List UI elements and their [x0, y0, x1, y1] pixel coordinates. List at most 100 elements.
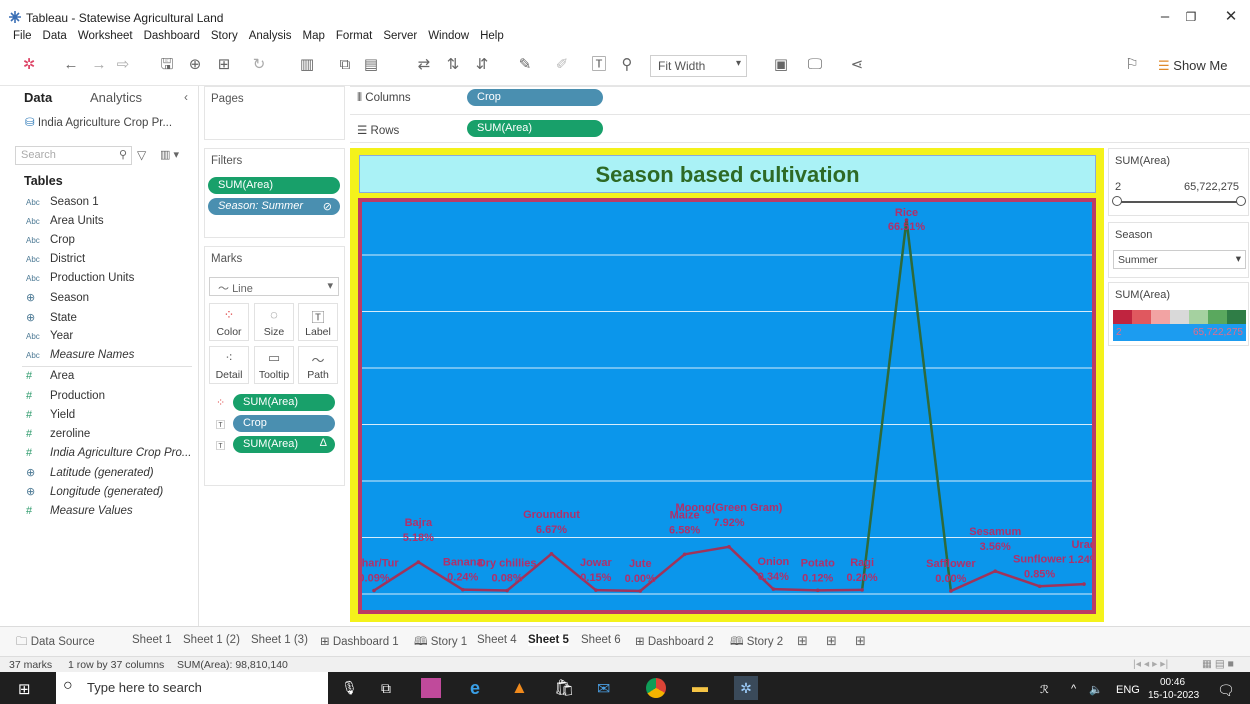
data-point[interactable]	[949, 589, 953, 593]
refresh-icon[interactable]: ↻	[250, 56, 268, 74]
field-item[interactable]: Abc Season 1	[26, 196, 99, 208]
clock-time[interactable]: 00:46	[1160, 677, 1185, 688]
field-item[interactable]: ⊕ Latitude (generated)	[26, 466, 154, 479]
fit-dropdown[interactable]: Fit Width ▾	[650, 55, 747, 77]
clear-sheet-icon[interactable]: ▤	[362, 56, 380, 74]
field-item[interactable]: Abc Year	[26, 330, 73, 342]
field-item[interactable]: # India Agriculture Crop Pro...	[26, 447, 191, 459]
line-chart[interactable]: Arhar/Tur0.09%Bajra5.18%Banana0.24%Dry c…	[362, 202, 1092, 610]
view-options-icon[interactable]: ▥ ▾	[160, 148, 179, 161]
data-point[interactable]	[727, 545, 731, 549]
path-button[interactable]: 〜 Path	[298, 346, 338, 384]
color-button[interactable]: ⁘ Color	[209, 303, 249, 341]
data-point[interactable]	[638, 589, 643, 593]
tab-data[interactable]: Data	[24, 90, 52, 105]
field-item[interactable]: # Production	[26, 390, 105, 402]
range-slider-track[interactable]	[1115, 201, 1242, 203]
sheet-tab[interactable]: Sheet 5	[528, 634, 569, 646]
task-view-icon[interactable]: ⧉	[381, 680, 391, 697]
sheet-tab[interactable]: Sheet 1 (2)	[183, 634, 240, 646]
sheet-tab[interactable]: Sheet 1	[132, 634, 172, 646]
data-point[interactable]	[1037, 584, 1042, 589]
restore-button[interactable]: ❐	[1176, 6, 1206, 28]
mark-type-dropdown[interactable]: 〜 Line ▾	[209, 277, 339, 296]
data-point[interactable]	[416, 560, 421, 564]
field-item[interactable]: ⊕ State	[26, 311, 77, 324]
labels-icon[interactable]: 🅃	[590, 56, 608, 74]
sheet-tab[interactable]: 🕮 Story 2	[730, 634, 783, 653]
columns-pill-crop[interactable]: Crop	[467, 89, 603, 106]
field-item[interactable]: # Area	[26, 370, 74, 382]
undo-icon[interactable]: ←	[62, 56, 80, 74]
season-dropdown[interactable]: Summer ▾	[1113, 250, 1246, 269]
data-point[interactable]	[993, 569, 998, 573]
new-worksheet-tab-icon[interactable]: ⊞	[797, 633, 808, 649]
data-point[interactable]	[505, 588, 509, 593]
replay-icon[interactable]: ⇨	[114, 56, 132, 74]
duplicate-icon[interactable]: ⧉	[336, 56, 354, 74]
redo-icon[interactable]: →	[90, 56, 108, 74]
mark-pill-crop[interactable]: Crop	[233, 415, 335, 432]
close-button[interactable]: ✕	[1216, 6, 1246, 28]
detail-button[interactable]: ⁖ Detail	[209, 346, 249, 384]
show-cards-icon[interactable]: ▣	[772, 56, 790, 74]
data-point[interactable]	[1082, 582, 1086, 586]
sheet-tab[interactable]: 🗀 Data Source	[16, 634, 95, 653]
show-me-button[interactable]: ☰ Show Me	[1158, 58, 1227, 74]
field-item[interactable]: ⊕ Longitude (generated)	[26, 485, 163, 498]
tab-analytics[interactable]: Analytics	[90, 90, 142, 105]
datasource-item[interactable]: ⛁ India Agriculture Crop Pr...	[25, 115, 172, 129]
mark-pill-sum-area-label[interactable]: SUM(Area) Δ	[233, 436, 335, 453]
sheet-tab[interactable]: Sheet 6	[581, 634, 621, 646]
sheet-tab[interactable]: ⊞ Dashboard 1	[320, 634, 399, 648]
chrome-icon[interactable]	[646, 678, 666, 698]
mail-icon[interactable]: ✉	[597, 679, 610, 699]
swap-icon[interactable]: ⇄	[415, 56, 433, 74]
language-indicator[interactable]: ENG	[1116, 684, 1140, 696]
field-item[interactable]: ⊕ Season	[26, 291, 89, 304]
filter-pill-season[interactable]: Season: Summer ⊘	[208, 198, 340, 215]
pin-icon[interactable]: ⚲	[618, 56, 636, 74]
menu-item-analysis[interactable]: Analysis	[249, 30, 292, 48]
presentation-icon[interactable]: 🖵	[806, 56, 824, 74]
filter-icon[interactable]: ▽	[137, 148, 146, 162]
new-story-tab-icon[interactable]: ⊞	[855, 633, 866, 649]
sheet-tab[interactable]: Sheet 4	[477, 634, 517, 646]
tooltip-button[interactable]: ▭ Tooltip	[254, 346, 294, 384]
data-point[interactable]	[372, 588, 376, 593]
new-sheet-icon[interactable]: ▥	[298, 56, 316, 74]
menu-item-file[interactable]: File	[13, 30, 32, 48]
notifications-icon[interactable]: 🗨	[1217, 682, 1235, 699]
field-search-input[interactable]: Search ⚲	[15, 146, 132, 165]
data-point[interactable]	[860, 588, 864, 592]
size-button[interactable]: ◌ Size	[254, 303, 294, 341]
menu-item-server[interactable]: Server	[383, 30, 417, 48]
rows-pill-sum-area[interactable]: SUM(Area)	[467, 120, 603, 137]
field-item[interactable]: # Measure Values	[26, 505, 133, 517]
menu-item-map[interactable]: Map	[303, 30, 325, 48]
taskbar-search-input[interactable]: ○ Type here to search	[56, 672, 328, 704]
vlc-icon[interactable]: ▲	[511, 678, 528, 698]
data-point[interactable]	[771, 587, 776, 591]
data-point[interactable]	[682, 552, 687, 557]
menu-item-worksheet[interactable]: Worksheet	[78, 30, 133, 48]
sheet-tab[interactable]: 🕮 Story 1	[414, 634, 467, 653]
data-point[interactable]	[594, 588, 598, 592]
field-item[interactable]: Abc Area Units	[26, 215, 104, 227]
field-item[interactable]: Abc District	[26, 253, 85, 265]
menu-item-dashboard[interactable]: Dashboard	[144, 30, 200, 48]
save-icon[interactable]: 🖫	[158, 56, 176, 74]
microphone-icon[interactable]: 🎙	[341, 680, 358, 696]
menu-item-help[interactable]: Help	[480, 30, 504, 48]
sheet-nav-icons[interactable]: |◂ ◂ ▸ ▸|	[1133, 658, 1168, 670]
field-item[interactable]: Abc Production Units	[26, 272, 134, 284]
people-icon[interactable]: ℛ	[1040, 683, 1049, 696]
store-icon[interactable]: 🛍	[554, 678, 574, 698]
app-icon-1[interactable]	[421, 678, 441, 698]
sort-ascending-icon[interactable]: ⇅	[444, 56, 462, 74]
comment-icon[interactable]: ⚐	[1123, 56, 1141, 74]
sort-descending-icon[interactable]: ⇵	[473, 56, 491, 74]
field-item[interactable]: Abc Crop	[26, 234, 75, 246]
data-point[interactable]	[549, 551, 554, 556]
windows-start-icon[interactable]: ⊞	[18, 680, 31, 698]
